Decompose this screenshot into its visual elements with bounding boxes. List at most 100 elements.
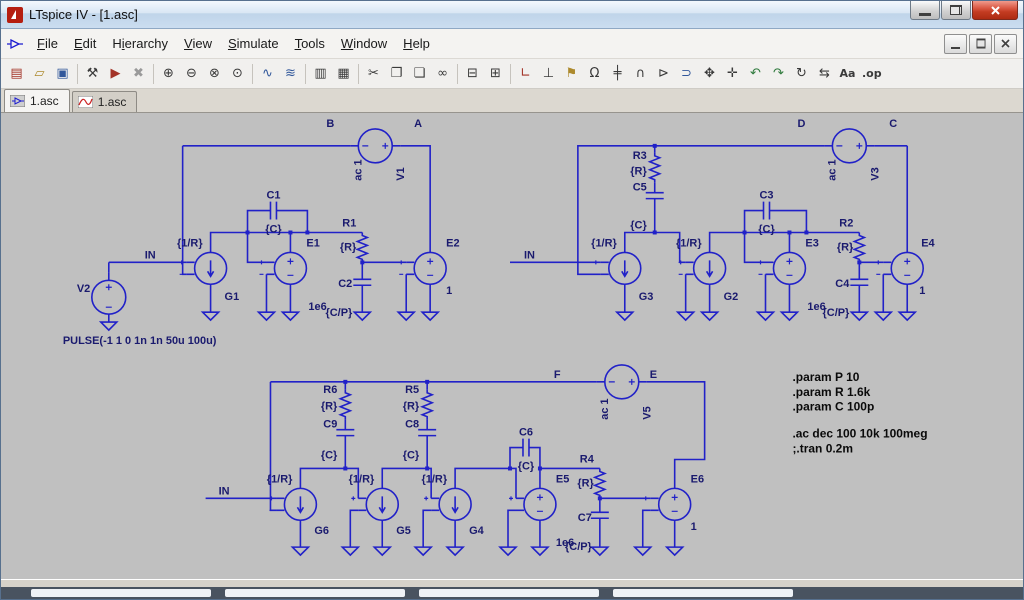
label-net-button[interactable]: ⚑ — [560, 62, 583, 86]
junction-dot — [508, 466, 512, 470]
voltage-source-v2[interactable] — [92, 272, 126, 322]
zoom-back-button[interactable]: ⊖ — [180, 62, 203, 86]
c6-name-label: C6 — [519, 427, 533, 439]
menu-hierarchy[interactable]: Hierarchy — [104, 31, 176, 56]
gsource-g1[interactable] — [180, 252, 227, 284]
capacitor-c7[interactable] — [591, 512, 609, 518]
gsource-g6[interactable] — [269, 488, 316, 520]
control-panel-button[interactable]: ⚒ — [81, 62, 104, 86]
v2-name-label: V2 — [77, 283, 90, 295]
paste-button[interactable]: ❏ — [408, 62, 431, 86]
print-button[interactable]: ⊟ — [461, 62, 484, 86]
tab-schematic[interactable]: 1.asc — [4, 89, 70, 112]
capacitor-c3[interactable] — [764, 202, 770, 220]
move-button[interactable]: ✥ — [698, 62, 721, 86]
capacitor-c5[interactable] — [646, 193, 664, 199]
mdi-minimize-button[interactable] — [944, 34, 967, 54]
open-file-button[interactable]: ▱ — [28, 62, 51, 86]
zoom-area-button[interactable]: ⊕ — [157, 62, 180, 86]
title-bar: LTspice IV - [1.asc] — [1, 1, 1023, 29]
resistor-r2[interactable] — [854, 232, 864, 262]
resistor-button[interactable]: Ω — [583, 62, 606, 86]
tab-waveform[interactable]: 1.asc — [72, 91, 138, 112]
mdi-restore-button[interactable] — [969, 34, 992, 54]
menu-window[interactable]: Window — [333, 31, 395, 56]
find-button[interactable]: ∞ — [431, 62, 454, 86]
capacitor-button[interactable]: ╪ — [606, 62, 629, 86]
plot-settings-button[interactable]: ≋ — [279, 62, 302, 86]
new-schematic-button[interactable]: ▤ — [5, 62, 28, 86]
resistor-r1[interactable] — [357, 232, 367, 262]
menu-tools[interactable]: Tools — [287, 31, 333, 56]
menu-help[interactable]: Help — [395, 31, 438, 56]
junction-dot — [653, 144, 657, 148]
print-preview-button[interactable]: ⊞ — [484, 62, 507, 86]
mdi-restore-icon — [976, 39, 985, 47]
voltage-source-v5[interactable] — [597, 365, 647, 399]
resistor-r3[interactable] — [650, 153, 660, 183]
cut-button[interactable]: ✂ — [362, 62, 385, 86]
restore-button[interactable] — [941, 1, 971, 20]
copy-button[interactable]: ❐ — [385, 62, 408, 86]
drag-button[interactable]: ✛ — [721, 62, 744, 86]
zoom-extents-button[interactable]: ⊗ — [203, 62, 226, 86]
directive-param-p: .param P 10 — [792, 370, 859, 384]
capacitor-c1[interactable] — [270, 202, 276, 220]
taskbar-button[interactable] — [225, 589, 405, 597]
new-schematic-icon: ▤ — [10, 66, 22, 81]
taskbar-button[interactable] — [613, 589, 793, 597]
inductor-button[interactable]: ∩ — [629, 62, 652, 86]
menu-edit[interactable]: Edit — [66, 31, 104, 56]
component-button[interactable]: ⊃ — [675, 62, 698, 86]
close-button[interactable] — [972, 1, 1018, 20]
draw-wire-button[interactable]: ∟ — [514, 62, 537, 86]
save-button[interactable]: ▣ — [51, 62, 74, 86]
e4-value-label: 1 — [919, 285, 925, 297]
voltage-source-v1[interactable] — [350, 129, 400, 163]
voltage-source-v3[interactable] — [824, 129, 874, 163]
schematic-canvas[interactable]: B A ac 1 V1 C1 {C} {1/R} G1 E1 1e6 R1 {R… — [1, 113, 1023, 579]
ground-symbol — [258, 312, 274, 320]
capacitor-c8[interactable] — [418, 430, 436, 436]
cut-icon: ✂ — [368, 66, 379, 81]
mdi-close-button[interactable] — [994, 34, 1017, 54]
mirror-button[interactable]: ⇆ — [813, 62, 836, 86]
error-log-button[interactable]: ▦ — [332, 62, 355, 86]
menu-file[interactable]: File — [29, 31, 66, 56]
r4-name-label: R4 — [580, 454, 595, 466]
text-button[interactable]: Aa — [836, 62, 859, 86]
esource-e6[interactable] — [644, 488, 691, 520]
resistor-r4[interactable] — [595, 468, 605, 498]
v2-value-label: PULSE(-1 1 0 1n 1n 50u 100u) — [63, 335, 217, 347]
run-button[interactable]: ▶ — [104, 62, 127, 86]
undo-button[interactable]: ↶ — [744, 62, 767, 86]
autorange-y-button[interactable]: ∿ — [256, 62, 279, 86]
resistor-r5[interactable] — [422, 390, 432, 420]
resistor-r6[interactable] — [340, 390, 350, 420]
taskbar-button[interactable] — [31, 589, 211, 597]
schematic-labels: B A ac 1 V1 C1 {C} {1/R} G1 E1 1e6 R1 {R… — [63, 118, 936, 553]
redo-button[interactable]: ↷ — [767, 62, 790, 86]
toolbar-separator — [358, 64, 359, 84]
spice-directive-button[interactable]: .op — [859, 62, 885, 86]
menu-view[interactable]: View — [176, 31, 220, 56]
ground-button[interactable]: ⊥ — [537, 62, 560, 86]
capacitor-c2[interactable] — [353, 279, 371, 285]
label-net-icon: ⚑ — [566, 66, 578, 81]
capacitor-c9[interactable] — [336, 430, 354, 436]
spice-netlist-button[interactable]: ▥ — [309, 62, 332, 86]
halt-button[interactable]: ✖ — [127, 62, 150, 86]
r4-value-label: {R} — [577, 477, 594, 489]
minimize-button[interactable] — [910, 1, 940, 20]
gsource-g3[interactable] — [594, 252, 641, 284]
diode-button[interactable]: ⊳ — [652, 62, 675, 86]
net-label-in3: IN — [219, 485, 230, 497]
restore-icon — [950, 5, 962, 15]
rotate-button[interactable]: ↻ — [790, 62, 813, 86]
menu-simulate[interactable]: Simulate — [220, 31, 287, 56]
capacitor-c6[interactable] — [523, 439, 529, 457]
capacitor-c4[interactable] — [850, 279, 868, 285]
redo-icon: ↷ — [773, 66, 784, 81]
zoom-full-button[interactable]: ⊙ — [226, 62, 249, 86]
taskbar-button[interactable] — [419, 589, 599, 597]
